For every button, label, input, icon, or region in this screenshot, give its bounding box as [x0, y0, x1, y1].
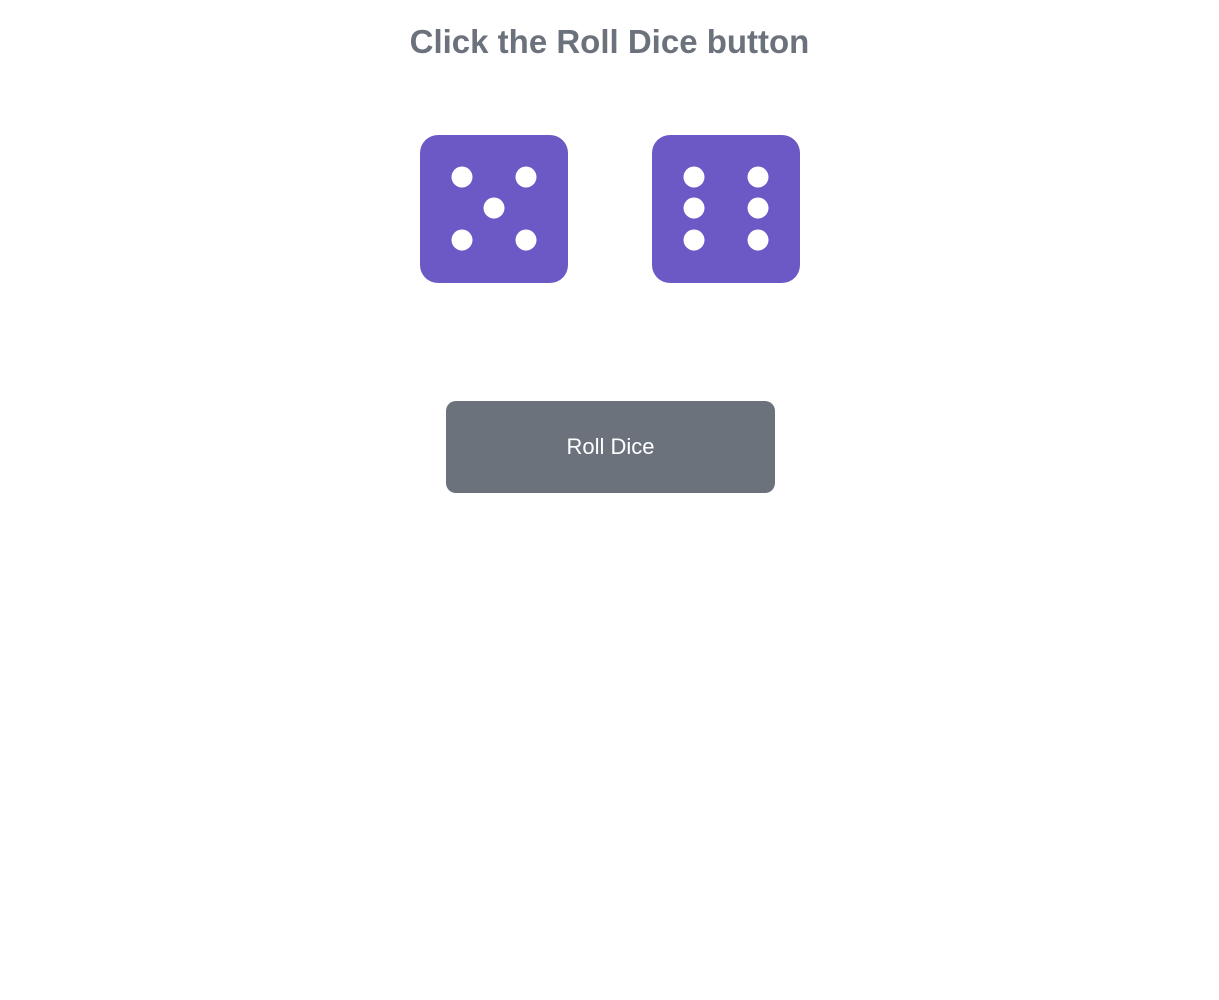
- die-six-icon: [652, 135, 800, 283]
- roll-dice-button[interactable]: Roll Dice: [446, 401, 775, 493]
- die-pip: [683, 229, 705, 251]
- dice-roller-page: Click the Roll Dice button Roll Dice: [0, 0, 1219, 1000]
- die-pip: [451, 229, 473, 251]
- die-five-face: [420, 135, 568, 283]
- die-pip: [747, 229, 769, 251]
- die-pip: [747, 166, 769, 188]
- die-body: [652, 135, 800, 283]
- die-pip: [515, 229, 537, 251]
- die-pip: [683, 197, 705, 219]
- die-five-icon: [420, 135, 568, 283]
- die-pip: [483, 197, 505, 219]
- die-six-face: [652, 135, 800, 283]
- die-pip: [683, 166, 705, 188]
- die-pip: [515, 166, 537, 188]
- die-pip: [747, 197, 769, 219]
- page-title: Click the Roll Dice button: [409, 23, 810, 60]
- die-pip: [451, 166, 473, 188]
